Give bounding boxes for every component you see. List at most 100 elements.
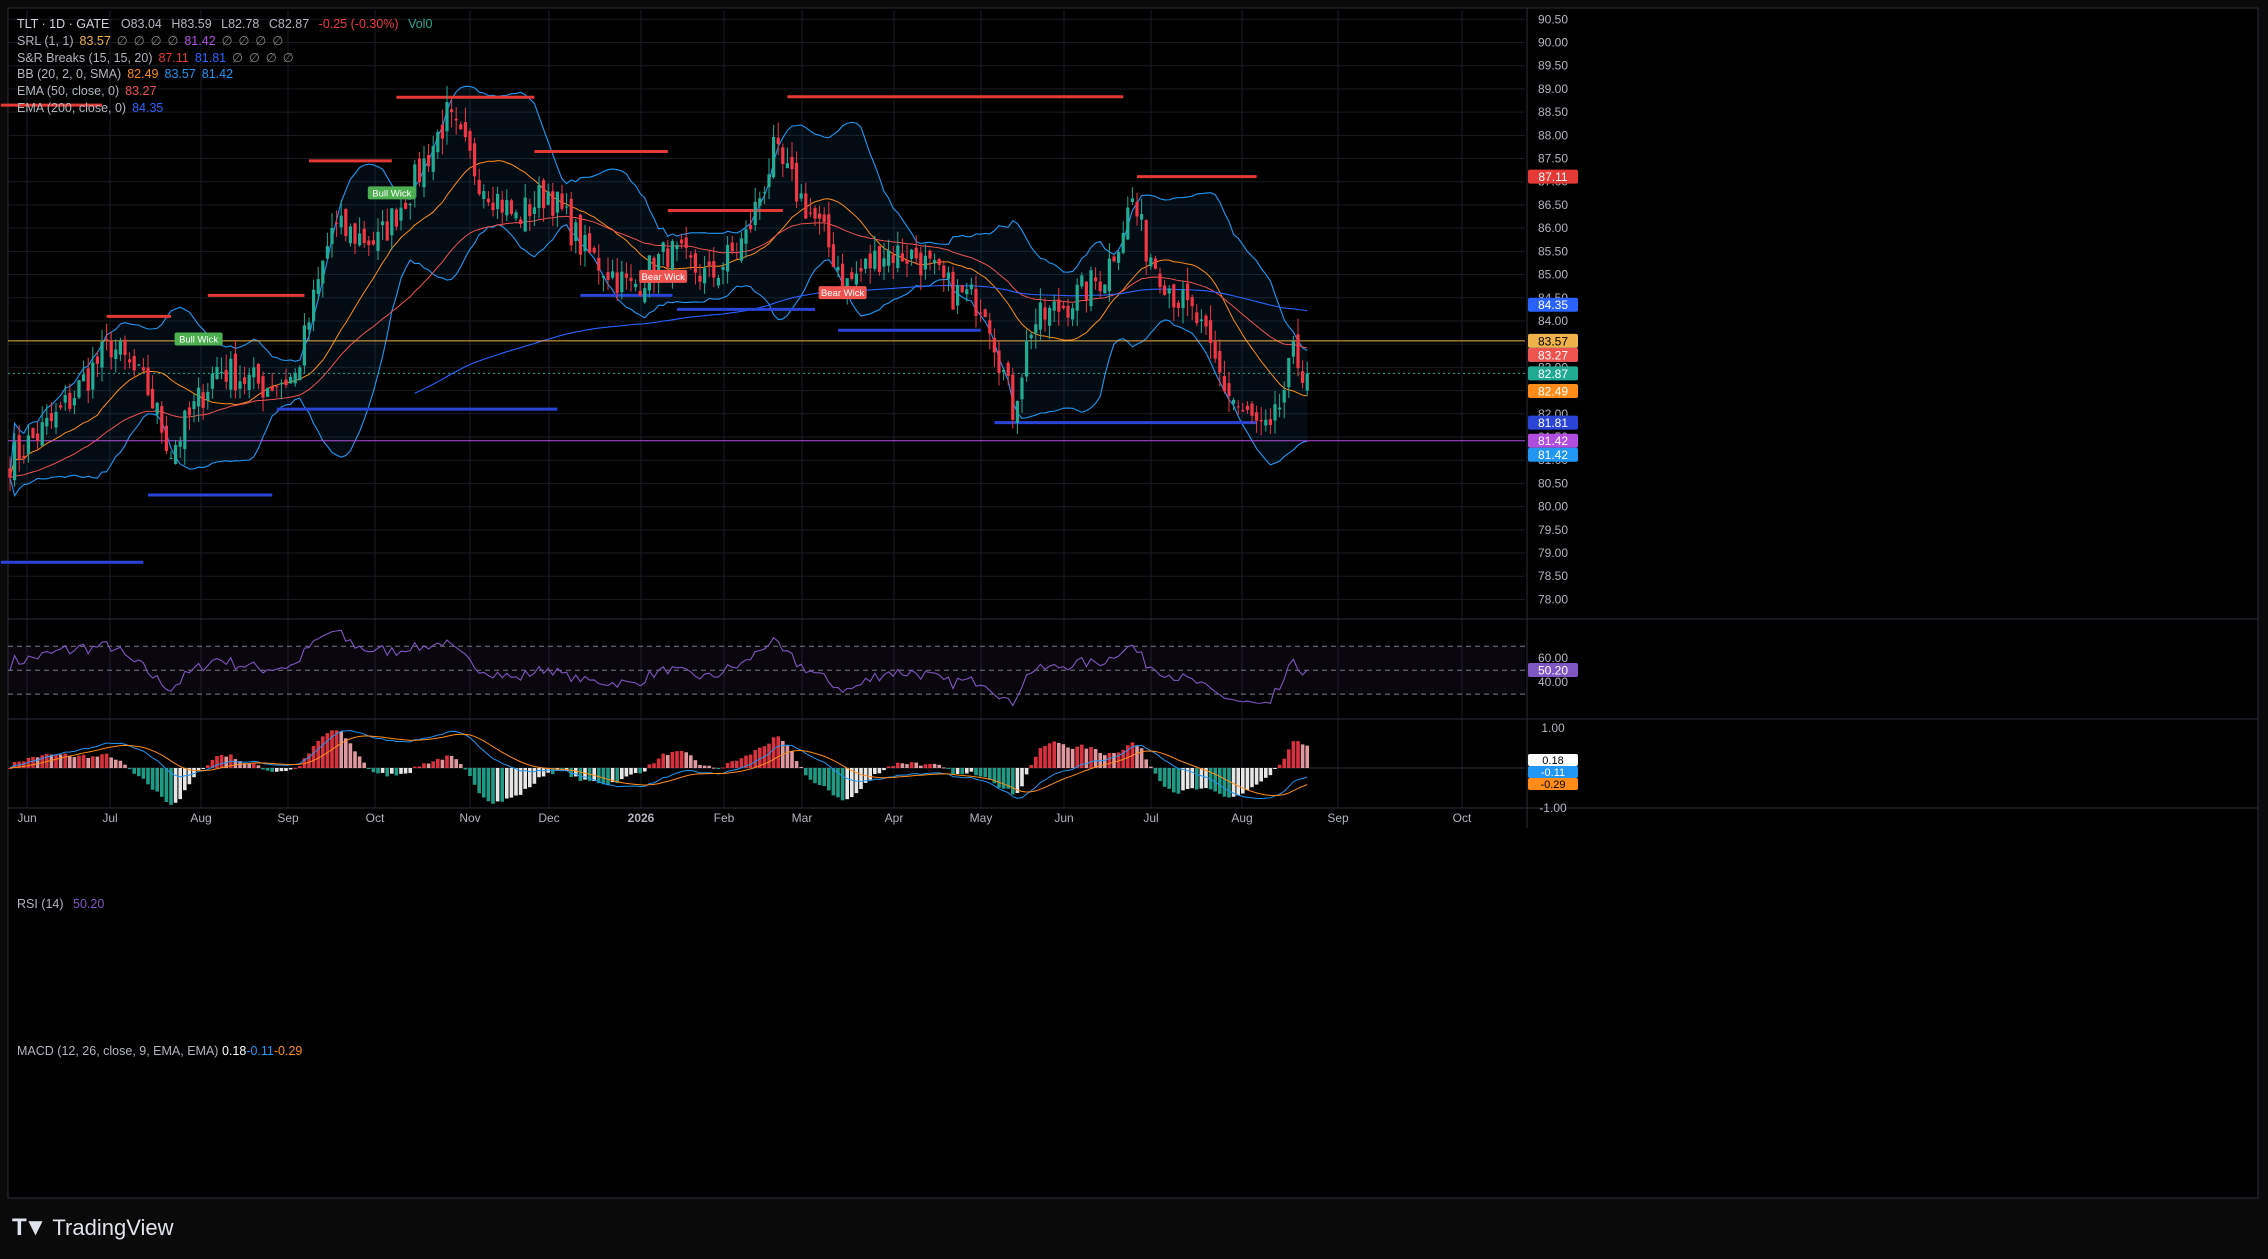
candle-body	[178, 441, 182, 447]
macd-histogram-bar	[1167, 768, 1171, 789]
macd-histogram-bar	[196, 768, 201, 771]
macd-histogram-bar	[1024, 768, 1029, 775]
macd-histogram-bar	[1043, 745, 1047, 768]
macd-histogram-bar	[1291, 741, 1296, 768]
indicator-legend-row[interactable]: BB (20, 2, 0, SMA) 82.49 83.57 81.42	[17, 66, 432, 83]
macd-legend-values: 0.18-0.11-0.29	[222, 1044, 302, 1058]
macd-histogram-bar	[716, 768, 721, 769]
candle-body	[758, 198, 762, 206]
candle-body	[1071, 308, 1075, 320]
macd-histogram-bar	[859, 768, 863, 789]
macd-histogram-bar	[35, 757, 40, 768]
price-tick-label: 89.00	[1538, 82, 1568, 96]
price-label-text: 81.81	[1538, 416, 1568, 430]
candle-body	[486, 198, 490, 203]
macd-histogram-bar	[702, 765, 707, 768]
candle-body	[8, 468, 12, 478]
candle-body	[1291, 341, 1295, 357]
macd-histogram-bar	[937, 764, 941, 768]
macd-histogram-bar	[840, 768, 845, 801]
indicator-legend-row[interactable]: EMA (50, close, 0) 83.27	[17, 83, 432, 100]
wick-label-text: Bear Wick	[642, 272, 686, 283]
candle-body	[666, 248, 670, 268]
price-tick-label: 78.50	[1538, 569, 1568, 583]
candle-body	[256, 363, 260, 384]
macd-histogram-bar	[914, 762, 918, 768]
candle-body	[1273, 404, 1277, 421]
macd-histogram-bar	[532, 768, 537, 784]
macd-histogram-bar	[279, 768, 284, 772]
candle-body	[206, 391, 210, 401]
macd-histogram-bar	[684, 752, 688, 768]
candle-body	[661, 242, 665, 252]
candle-body	[1176, 302, 1180, 308]
macd-value-text: 0.18	[1542, 755, 1563, 767]
candle-body	[523, 197, 527, 232]
time-tick-label: Aug	[1231, 811, 1252, 825]
symbol-label[interactable]: TLT · 1D · GATE	[17, 17, 109, 31]
macd-histogram-bar	[794, 761, 799, 768]
indicator-legend-row[interactable]: SRL (1, 1) 83.57 ∅ ∅ ∅ ∅ 81.42 ∅ ∅ ∅ ∅	[17, 33, 432, 50]
macd-histogram-bar	[670, 751, 675, 768]
macd-histogram-bar	[426, 763, 431, 768]
macd-histogram-bar	[978, 768, 983, 777]
macd-legend-value: -0.29	[273, 1044, 303, 1058]
candle-body	[164, 425, 168, 451]
macd-histogram-bar	[344, 738, 348, 768]
candle-body	[988, 320, 992, 334]
macd-legend-label[interactable]: MACD (12, 26, close, 9, EMA, EMA)	[17, 1044, 218, 1058]
macd-histogram-bar	[164, 768, 169, 802]
time-tick-label: 2026	[628, 811, 655, 825]
macd-histogram-bar	[739, 758, 744, 768]
macd-histogram-bar	[1195, 768, 1199, 790]
macd-histogram-bar	[233, 759, 238, 768]
macd-histogram-bar	[201, 768, 205, 769]
macd-histogram-bar	[486, 768, 491, 802]
macd-histogram-bar	[68, 756, 72, 768]
candle-body	[560, 193, 564, 209]
macd-histogram-bar	[86, 757, 90, 768]
candle-body	[450, 109, 454, 112]
macd-histogram-bar	[316, 740, 320, 768]
macd-histogram-bar	[1222, 768, 1227, 797]
indicator-name: SRL (1, 1)	[17, 33, 74, 48]
macd-histogram-bar	[137, 768, 141, 777]
price-tick-label: 86.00	[1538, 221, 1568, 235]
tradingview-logo[interactable]: T▼ TradingView	[12, 1214, 174, 1242]
indicator-legend-row[interactable]: S&R Breaks (15, 15, 20) 87.11 81.81 ∅ ∅ ∅ ∅	[17, 50, 432, 67]
candle-body	[440, 124, 444, 139]
macd-histogram-bar	[77, 755, 81, 768]
candle-body	[183, 410, 187, 450]
trading-chart[interactable]: Bull Wick Bull Wick Bear Wick Bear Wick 90.…	[0, 0, 2268, 1259]
macd-histogram-bar	[946, 768, 951, 769]
rsi-legend: RSI (14) 50.20	[17, 897, 104, 911]
candle-body	[210, 373, 214, 389]
macd-histogram-bar	[403, 768, 408, 774]
candle-body	[155, 402, 159, 415]
time-tick-label: Aug	[190, 811, 211, 825]
price-tick-label: 87.50	[1538, 152, 1568, 166]
macd-histogram-bar	[537, 768, 541, 778]
macd-histogram-bar	[624, 768, 629, 777]
candle-body	[86, 368, 90, 391]
candle-body	[1034, 324, 1038, 334]
candle-body	[1301, 371, 1305, 383]
macd-histogram-bar	[505, 768, 509, 799]
macd-histogram-bar	[1172, 768, 1176, 793]
macd-histogram-bar	[468, 768, 472, 777]
candle-body	[445, 102, 449, 132]
candle-body	[1094, 277, 1098, 282]
candle-body	[919, 252, 923, 276]
candle-body	[606, 272, 610, 281]
candle-body	[17, 435, 21, 460]
macd-histogram-bar	[771, 737, 776, 768]
time-tick-label: Jun	[17, 811, 36, 825]
candle-body	[813, 208, 817, 219]
chart-area-frame	[7, 7, 2259, 1199]
candle-body	[275, 386, 279, 388]
macd-histogram-bar	[776, 736, 780, 768]
indicator-legend-row[interactable]: EMA (200, close, 0) 84.35	[17, 100, 432, 117]
rsi-legend-label[interactable]: RSI (14)	[17, 897, 64, 911]
macd-histogram-bar	[132, 768, 136, 774]
ohlc-close: C82.87	[268, 17, 310, 31]
